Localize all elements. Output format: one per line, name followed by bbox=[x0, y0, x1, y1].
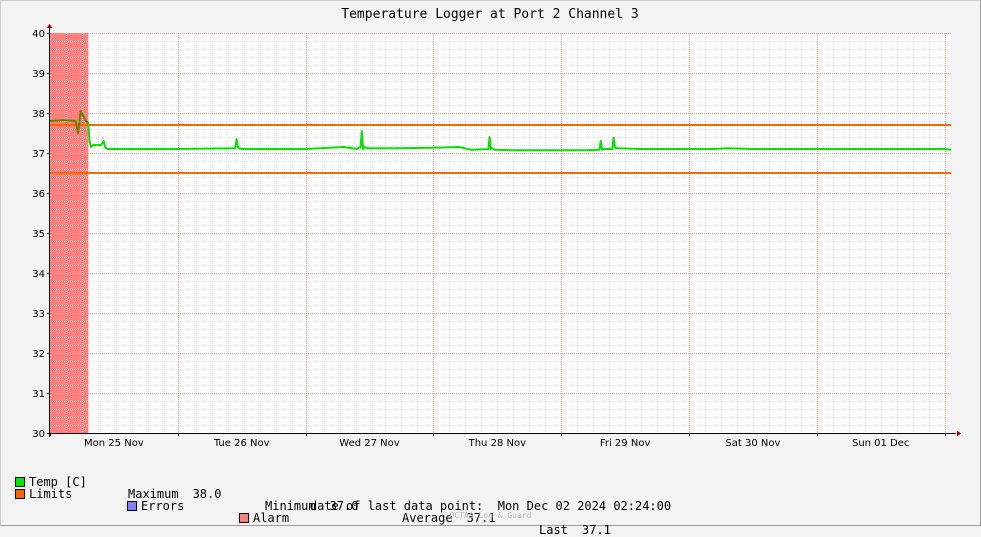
y-tick-label: 39 bbox=[32, 69, 45, 80]
y-tick-label: 35 bbox=[32, 229, 45, 240]
y-tick-label: 36 bbox=[32, 189, 45, 200]
limits-swatch bbox=[15, 489, 25, 499]
x-tick-label: Mon 25 Nov bbox=[84, 438, 144, 449]
y-tick-label: 37 bbox=[32, 149, 45, 160]
y-tick-label: 32 bbox=[32, 349, 45, 360]
x-axis-arrow bbox=[957, 430, 961, 437]
y-tick-label: 38 bbox=[32, 109, 45, 120]
x-tick-label: Sun 01 Dec bbox=[852, 438, 909, 449]
y-tick-label: 31 bbox=[32, 389, 45, 400]
x-tick-label: Thu 28 Nov bbox=[468, 438, 526, 449]
y-tick-label: 34 bbox=[32, 269, 45, 280]
x-tick-label: Tue 26 Nov bbox=[213, 438, 270, 449]
credit-text: OCTA$ Log & Guard bbox=[449, 511, 532, 520]
chart-svg: 30 31 32 33 34 35 36 37 38 39 40 Mon 25 Nov Tue 26 N… bbox=[32, 7, 961, 449]
y-tick-label: 33 bbox=[32, 309, 45, 320]
y-tick-label: 30 bbox=[32, 429, 45, 440]
y-tick-label: 40 bbox=[32, 29, 45, 40]
x-tick-label: Sat 30 Nov bbox=[725, 438, 780, 449]
x-tick-label: Wed 27 Nov bbox=[339, 438, 399, 449]
chart-title: Temperature Logger at Port 2 Channel 3 bbox=[341, 7, 638, 22]
last-value: 37.1 bbox=[581, 523, 611, 537]
x-tick-label: Fri 29 Nov bbox=[600, 438, 651, 449]
y-axis-arrow bbox=[46, 24, 53, 28]
last-label: Last bbox=[539, 523, 568, 537]
